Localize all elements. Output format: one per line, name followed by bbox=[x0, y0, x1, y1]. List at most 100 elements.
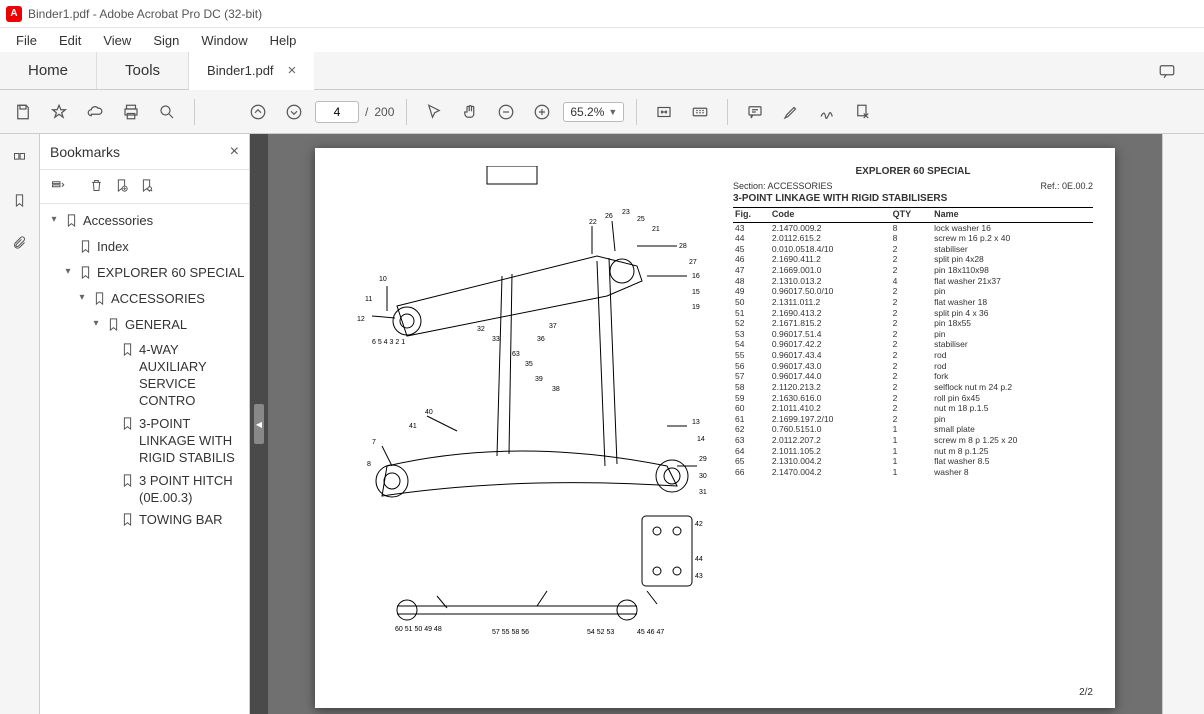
bookmark-item[interactable]: ▾ Accessories bbox=[42, 210, 247, 236]
bookmark-icon bbox=[106, 317, 121, 337]
bookmarks-options-icon[interactable] bbox=[50, 178, 65, 196]
page-separator: / bbox=[365, 105, 368, 119]
bookmark-item[interactable]: ▾EXPLORER 60 SPECIAL bbox=[42, 262, 247, 288]
bookmark-item[interactable]: Index bbox=[42, 236, 247, 262]
svg-text:43: 43 bbox=[695, 573, 703, 580]
menu-file[interactable]: File bbox=[6, 31, 47, 50]
page-number: 2/2 bbox=[1079, 687, 1093, 698]
bookmark-item[interactable]: 3 POINT HITCH (0E.00.3) bbox=[42, 470, 247, 510]
highlight-icon[interactable] bbox=[776, 97, 806, 127]
table-row: 612.1699.197.2/102pin bbox=[733, 414, 1093, 425]
separator bbox=[636, 99, 637, 125]
bookmark-item[interactable]: TOWING BAR bbox=[42, 509, 247, 535]
svg-text:14: 14 bbox=[697, 436, 705, 443]
cell-code: 0.96017.42.2 bbox=[770, 339, 891, 350]
cell-name: nut m 18 p.1.5 bbox=[932, 403, 1093, 414]
bookmark-icon bbox=[78, 239, 93, 259]
page-down-icon[interactable] bbox=[279, 97, 309, 127]
chevron-down-icon[interactable]: ▾ bbox=[90, 317, 102, 330]
bookmarks-panel: Bookmarks × ▾ Accessories Index▾EXPLORER 6… bbox=[40, 134, 250, 714]
cell-code: 0.96017.43.4 bbox=[770, 350, 891, 361]
bookmark-icon bbox=[120, 342, 135, 362]
toolbar: / 200 65.2% ▼ bbox=[0, 90, 1204, 134]
read-mode-icon[interactable] bbox=[685, 97, 715, 127]
cell-code: 2.1630.616.0 bbox=[770, 393, 891, 404]
page-current-input[interactable] bbox=[315, 101, 359, 123]
search-icon[interactable] bbox=[152, 97, 182, 127]
svg-text:54 52 53: 54 52 53 bbox=[587, 629, 614, 636]
page-up-icon[interactable] bbox=[243, 97, 273, 127]
svg-text:27: 27 bbox=[689, 259, 697, 266]
bookmark-item[interactable]: 4-WAY AUXILIARY SERVICE CONTRO bbox=[42, 339, 247, 413]
cell-qty: 2 bbox=[891, 393, 933, 404]
bookmark-item[interactable]: 3-POINT LINKAGE WITH RIGID STABILIS bbox=[42, 413, 247, 470]
cell-qty: 1 bbox=[891, 435, 933, 446]
tab-document[interactable]: Binder1.pdf × bbox=[189, 52, 314, 90]
cell-qty: 1 bbox=[891, 467, 933, 478]
cell-qty: 1 bbox=[891, 456, 933, 467]
thumbnails-icon[interactable] bbox=[6, 144, 34, 172]
bookmark-label: Accessories bbox=[83, 213, 245, 230]
right-rail[interactable] bbox=[1162, 134, 1204, 714]
bookmark-item[interactable]: ▾ACCESSORIES bbox=[42, 288, 247, 314]
bookmarks-tree[interactable]: ▾ Accessories Index▾EXPLORER 60 SPECIAL▾AC… bbox=[40, 204, 249, 714]
attachments-icon[interactable] bbox=[6, 228, 34, 256]
zoom-select[interactable]: 65.2% ▼ bbox=[563, 102, 624, 122]
sign-icon[interactable] bbox=[812, 97, 842, 127]
bookmarks-header: Bookmarks × bbox=[40, 134, 249, 170]
tab-document-label: Binder1.pdf bbox=[207, 63, 274, 78]
document-area[interactable]: ◀ bbox=[250, 134, 1162, 714]
bookmark-icon bbox=[64, 213, 79, 233]
hand-icon[interactable] bbox=[455, 97, 485, 127]
menu-view[interactable]: View bbox=[93, 31, 141, 50]
edit-pdf-icon[interactable] bbox=[848, 97, 878, 127]
menu-window[interactable]: Window bbox=[191, 31, 257, 50]
tab-home[interactable]: Home bbox=[0, 52, 97, 89]
cell-qty: 2 bbox=[891, 339, 933, 350]
zoom-out-icon[interactable] bbox=[491, 97, 521, 127]
cell-fig: 66 bbox=[733, 467, 770, 478]
save-icon[interactable] bbox=[8, 97, 38, 127]
zoom-in-icon[interactable] bbox=[527, 97, 557, 127]
chevron-down-icon[interactable]: ▾ bbox=[48, 213, 60, 226]
svg-text:39: 39 bbox=[535, 376, 543, 383]
cell-code: 2.1669.001.0 bbox=[770, 265, 891, 276]
cell-name: pin bbox=[932, 286, 1093, 297]
chevron-down-icon[interactable]: ▾ bbox=[76, 291, 88, 304]
bookmarks-find-icon[interactable] bbox=[139, 178, 154, 196]
cell-qty: 2 bbox=[891, 350, 933, 361]
panel-collapse-handle[interactable]: ◀ bbox=[254, 404, 264, 444]
comment-icon[interactable] bbox=[740, 97, 770, 127]
star-icon[interactable] bbox=[44, 97, 74, 127]
chevron-down-icon[interactable]: ▾ bbox=[62, 265, 74, 278]
technical-diagram: 2226 2325 2128 2716 1519 1011 12 6 5 4 3… bbox=[337, 166, 717, 666]
col-qty: QTY bbox=[891, 208, 933, 222]
bookmarks-close-icon[interactable]: × bbox=[230, 143, 239, 161]
cell-fig: 54 bbox=[733, 339, 770, 350]
svg-text:21: 21 bbox=[652, 226, 660, 233]
tab-tools[interactable]: Tools bbox=[97, 52, 189, 89]
table-row: 482.1310.013.24flat washer 21x37 bbox=[733, 276, 1093, 287]
cloud-icon[interactable] bbox=[80, 97, 110, 127]
cell-code: 2.1120.213.2 bbox=[770, 382, 891, 393]
bookmarks-delete-icon[interactable] bbox=[89, 178, 104, 196]
bookmarks-add-icon[interactable] bbox=[114, 178, 129, 196]
bookmark-icon bbox=[92, 291, 107, 311]
cell-fig: 53 bbox=[733, 329, 770, 340]
pointer-icon[interactable] bbox=[419, 97, 449, 127]
tab-close-icon[interactable]: × bbox=[288, 62, 297, 79]
svg-text:8: 8 bbox=[367, 461, 371, 468]
svg-text:6 5 4 3 2 1: 6 5 4 3 2 1 bbox=[372, 339, 405, 346]
bookmarks-icon[interactable] bbox=[6, 186, 34, 214]
cell-code: 2.1690.413.2 bbox=[770, 308, 891, 319]
menu-help[interactable]: Help bbox=[260, 31, 307, 50]
print-icon[interactable] bbox=[116, 97, 146, 127]
menu-edit[interactable]: Edit bbox=[49, 31, 91, 50]
menu-sign[interactable]: Sign bbox=[143, 31, 189, 50]
fit-width-icon[interactable] bbox=[649, 97, 679, 127]
bookmark-item[interactable]: ▾GENERAL bbox=[42, 314, 247, 340]
chat-icon[interactable] bbox=[1130, 52, 1204, 89]
cell-code: 0.760.5151.0 bbox=[770, 424, 891, 435]
cell-code: 0.96017.44.0 bbox=[770, 371, 891, 382]
svg-text:37: 37 bbox=[549, 323, 557, 330]
